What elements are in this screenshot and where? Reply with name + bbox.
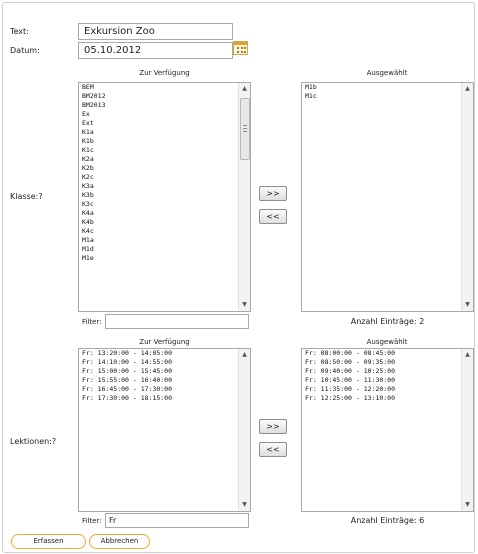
lektionen-selected-header: Ausgewählt bbox=[366, 338, 408, 346]
lektionen-selected-list[interactable]: Fr: 08:00:00 - 08:45:00 Fr: 08:50:00 - 09… bbox=[301, 348, 474, 512]
list-item[interactable]: K4c bbox=[79, 227, 250, 236]
lektionen-available-list[interactable]: Fr: 13:20:00 - 14:05:00 Fr: 14:10:00 - 14… bbox=[78, 348, 251, 512]
text-input[interactable] bbox=[78, 23, 233, 40]
list-item[interactable]: K2b bbox=[79, 164, 250, 173]
klasse-selected-list[interactable]: M1b M1c ▲ ▼ bbox=[301, 82, 474, 312]
lektionen-available-scrollbar[interactable]: ▲ ▼ bbox=[238, 349, 250, 511]
list-item[interactable]: Ext bbox=[79, 119, 250, 128]
list-item[interactable]: BEM bbox=[79, 83, 250, 92]
date-label: Datum: bbox=[10, 46, 40, 55]
list-item[interactable]: Ex bbox=[79, 110, 250, 119]
list-item[interactable]: Fr: 10:45:00 - 11:30:00 bbox=[302, 376, 473, 385]
list-item[interactable]: M1e bbox=[79, 254, 250, 263]
scroll-down-arrow-icon[interactable]: ▼ bbox=[462, 500, 473, 510]
list-item[interactable]: K4b bbox=[79, 218, 250, 227]
lektionen-remove-button[interactable]: << bbox=[259, 442, 287, 457]
list-item[interactable]: Fr: 08:50:00 - 09:35:00 bbox=[302, 358, 473, 367]
scroll-up-arrow-icon[interactable]: ▲ bbox=[239, 84, 250, 94]
klasse-filter-label: Filter: bbox=[82, 318, 102, 326]
text-label: Text: bbox=[10, 27, 29, 36]
list-item[interactable]: K3b bbox=[79, 191, 250, 200]
list-item[interactable]: Fr: 15:00:00 - 15:45:00 bbox=[79, 367, 250, 376]
list-item[interactable]: M1a bbox=[79, 236, 250, 245]
lektionen-filter-label: Filter: bbox=[82, 517, 102, 525]
cancel-button[interactable]: Abbrechen bbox=[89, 534, 150, 549]
date-input[interactable] bbox=[78, 42, 233, 59]
calendar-icon[interactable] bbox=[233, 41, 248, 55]
klasse-available-header: Zur Verfügung bbox=[139, 69, 190, 77]
list-item[interactable]: K1c bbox=[79, 146, 250, 155]
list-item[interactable]: Fr: 09:40:00 - 10:25:00 bbox=[302, 367, 473, 376]
list-item[interactable]: Fr: 08:00:00 - 08:45:00 bbox=[302, 349, 473, 358]
list-item[interactable]: K4a bbox=[79, 209, 250, 218]
list-item[interactable]: BM2013 bbox=[79, 101, 250, 110]
scroll-down-arrow-icon[interactable]: ▼ bbox=[239, 300, 250, 310]
klasse-filter-input[interactable] bbox=[105, 314, 249, 329]
klasse-available-list[interactable]: BEM BM2012 BM2013 Ex Ext K1a K1b K1c K2a K2b K2c K3… bbox=[78, 82, 251, 312]
lektionen-available-header: Zur Verfügung bbox=[139, 338, 190, 346]
scroll-up-arrow-icon[interactable]: ▲ bbox=[239, 350, 250, 360]
klasse-add-button[interactable]: >> bbox=[259, 186, 287, 201]
lektionen-entry-count: Anzahl Einträge: 6 bbox=[350, 516, 425, 525]
scroll-up-arrow-icon[interactable]: ▲ bbox=[462, 350, 473, 360]
scroll-down-arrow-icon[interactable]: ▼ bbox=[462, 300, 473, 310]
list-item[interactable]: K3c bbox=[79, 200, 250, 209]
list-item[interactable]: K2c bbox=[79, 173, 250, 182]
list-item[interactable]: Fr: 14:10:00 - 14:55:00 bbox=[79, 358, 250, 367]
list-item[interactable]: Fr: 16:45:00 - 17:30:00 bbox=[79, 385, 250, 394]
list-item[interactable]: K2a bbox=[79, 155, 250, 164]
scrollbar-thumb[interactable] bbox=[240, 98, 250, 160]
list-item[interactable]: M1d bbox=[79, 245, 250, 254]
list-item[interactable]: Fr: 11:35:00 - 12:20:00 bbox=[302, 385, 473, 394]
lektionen-add-button[interactable]: >> bbox=[259, 419, 287, 434]
lektionen-selected-scrollbar[interactable]: ▲ ▼ bbox=[461, 349, 473, 511]
klasse-available-scrollbar[interactable]: ▲ ▼ bbox=[238, 83, 250, 311]
klasse-remove-button[interactable]: << bbox=[259, 209, 287, 224]
klasse-entry-count: Anzahl Einträge: 2 bbox=[350, 317, 425, 326]
klasse-selected-header: Ausgewählt bbox=[366, 69, 408, 77]
list-item[interactable]: BM2012 bbox=[79, 92, 250, 101]
klasse-label: Klasse:? bbox=[10, 192, 43, 201]
list-item[interactable]: K1b bbox=[79, 137, 250, 146]
list-item[interactable]: Fr: 12:25:00 - 13:10:00 bbox=[302, 394, 473, 403]
scroll-down-arrow-icon[interactable]: ▼ bbox=[239, 500, 250, 510]
list-item[interactable]: M1b bbox=[302, 83, 473, 92]
lektionen-label: Lektionen:? bbox=[10, 437, 57, 446]
list-item[interactable]: K3a bbox=[79, 182, 250, 191]
submit-button[interactable]: Erfassen bbox=[11, 534, 86, 549]
list-item[interactable]: K1a bbox=[79, 128, 250, 137]
klasse-selected-scrollbar[interactable]: ▲ ▼ bbox=[461, 83, 473, 311]
lektionen-filter-input[interactable] bbox=[105, 513, 249, 528]
list-item[interactable]: Fr: 17:30:00 - 18:15:00 bbox=[79, 394, 250, 403]
scroll-up-arrow-icon[interactable]: ▲ bbox=[462, 84, 473, 94]
list-item[interactable]: Fr: 13:20:00 - 14:05:00 bbox=[79, 349, 250, 358]
list-item[interactable]: M1c bbox=[302, 92, 473, 101]
list-item[interactable]: Fr: 15:55:00 - 16:40:00 bbox=[79, 376, 250, 385]
